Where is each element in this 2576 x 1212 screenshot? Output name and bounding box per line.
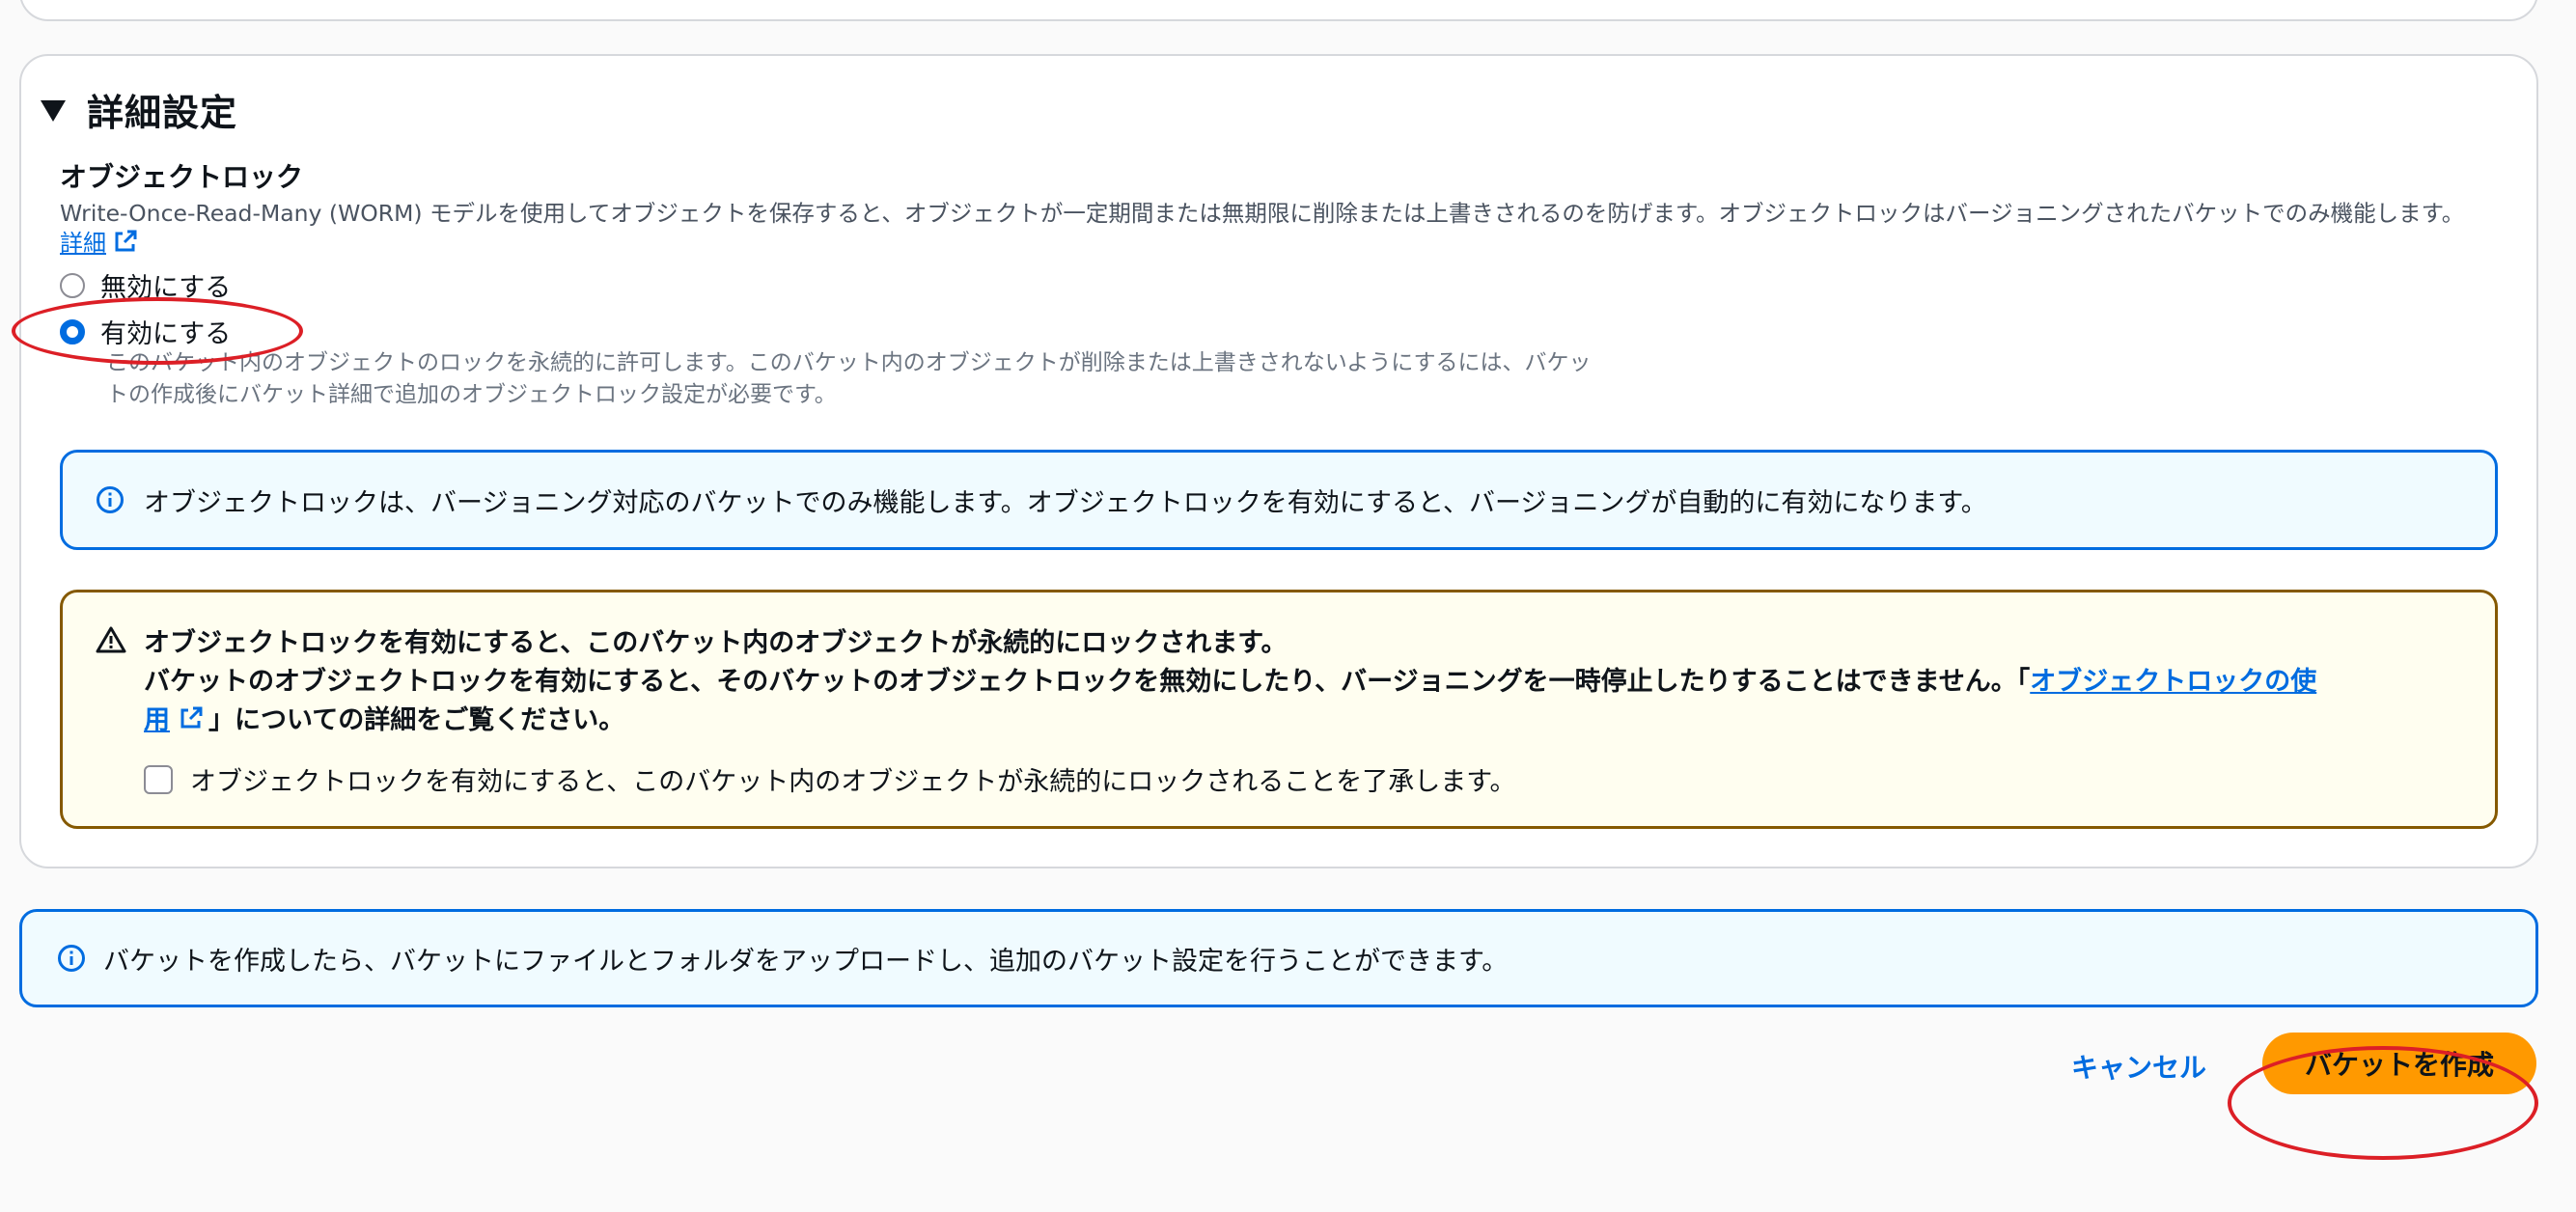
- warning-body-suffix: 」についての詳細をご覧ください。: [208, 705, 625, 735]
- page: 詳細設定 オブジェクトロック Write-Once-Read-Many (WOR…: [0, 0, 2576, 1212]
- radio-enable-label: 有効にする: [100, 319, 232, 349]
- warning-body-line-2: 用 」についての詳細をご覧ください。: [144, 699, 624, 736]
- radio-enable-control[interactable]: [60, 318, 85, 344]
- radio-enable-description: このバケット内のオブジェクトのロックを永続的に許可します。このバケット内のオブジ…: [106, 347, 1699, 411]
- warning-icon: [96, 626, 126, 653]
- acknowledge-label: オブジェクトロックを有効にすると、このバケット内のオブジェクトが永続的にロックさ…: [190, 767, 1516, 797]
- info-icon: [97, 486, 124, 513]
- external-link-icon: [115, 230, 137, 251]
- warning-alert-object-lock: オブジェクトロックを有効にすると、このバケット内のオブジェクトが永続的にロックさ…: [60, 590, 2498, 829]
- info-alert-after-create-text: バケットを作成したら、バケットにファイルとフォルダをアップロードし、追加のバケッ…: [103, 946, 1509, 977]
- info-alert-after-create: バケットを作成したら、バケットにファイルとフォルダをアップロードし、追加のバケッ…: [19, 909, 2538, 1007]
- acknowledge-checkbox-row[interactable]: オブジェクトロックを有効にすると、このバケット内のオブジェクトが永続的にロックさ…: [144, 760, 1516, 798]
- object-lock-description: Write-Once-Read-Many (WORM) モデルを使用してオブジェ…: [60, 200, 2465, 227]
- acknowledge-checkbox[interactable]: [144, 764, 173, 794]
- advanced-settings-header[interactable]: 詳細設定: [41, 85, 238, 134]
- info-icon: [58, 945, 85, 972]
- caret-down-icon[interactable]: [41, 100, 66, 122]
- detail-link-label: 詳細: [60, 230, 106, 257]
- radio-disable-label: 無効にする: [100, 273, 232, 303]
- warning-body-prefix: バケットのオブジェクトロックを有効にすると、そのバケットのオブジェクトロックを無…: [144, 667, 2031, 697]
- info-alert-versioning: オブジェクトロックは、バージョニング対応のバケットでのみ機能します。オブジェクト…: [60, 450, 2498, 550]
- object-lock-detail-link[interactable]: 詳細: [60, 224, 139, 258]
- object-lock-usage-link[interactable]: オブジェクトロックの使: [2030, 667, 2316, 697]
- create-bucket-button[interactable]: バケットを作成: [2262, 1033, 2536, 1094]
- object-lock-usage-link-cont[interactable]: 用: [144, 699, 170, 736]
- object-lock-label: オブジェクトロック: [60, 161, 304, 193]
- cancel-button[interactable]: キャンセル: [2065, 1046, 2212, 1087]
- enable-desc-line-2: トの作成後にバケット詳細で追加のオブジェクトロック設定が必要です。: [106, 382, 837, 407]
- enable-desc-line-1: このバケット内のオブジェクトのロックを永続的に許可します。このバケット内のオブジ…: [106, 350, 1592, 375]
- info-alert-versioning-text: オブジェクトロックは、バージョニング対応のバケットでのみ機能します。オブジェクト…: [144, 487, 1987, 518]
- radio-enable[interactable]: 有効にする: [60, 313, 231, 350]
- form-actions: キャンセル バケットを作成: [0, 1033, 2576, 1110]
- previous-section-card: [19, 0, 2538, 21]
- radio-disable-control[interactable]: [60, 272, 85, 298]
- warning-body-line-1: バケットのオブジェクトロックを有効にすると、そのバケットのオブジェクトロックを無…: [144, 660, 2316, 698]
- warning-heading: オブジェクトロックを有効にすると、このバケット内のオブジェクトが永続的にロックさ…: [144, 628, 1288, 658]
- section-title: 詳細設定: [87, 91, 238, 134]
- radio-disable[interactable]: 無効にする: [60, 266, 231, 304]
- external-link-icon[interactable]: [178, 704, 205, 731]
